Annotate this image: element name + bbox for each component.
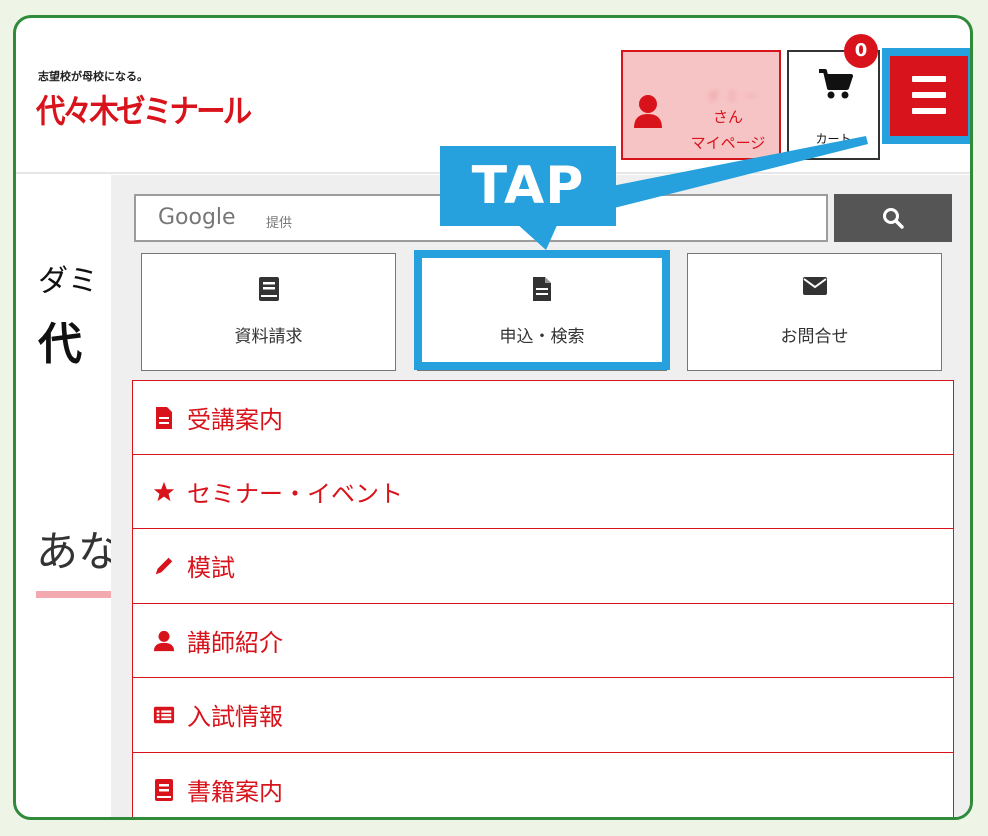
menu-list: 受講案内 セミナー・イベント 模試 講師紹介 入試情報 書籍案内: [132, 380, 954, 817]
menu-item-label: セミナー・イベント: [187, 479, 403, 508]
screen-frame: 志望校が母校になる。 代々木ゼミナール ダミー さん マイページ カート 0 ダ…: [13, 15, 973, 820]
list-icon: [153, 706, 175, 724]
contact-label: お問合せ: [780, 327, 849, 347]
page-section-title: あな: [36, 527, 121, 576]
menu-item-mock-exam[interactable]: 模試: [132, 529, 954, 604]
menu-item-instructors[interactable]: 講師紹介: [132, 603, 954, 678]
request-materials-label: 資料請求: [234, 327, 303, 347]
menu-item-label: 模試: [187, 554, 235, 582]
menu-item-course-info[interactable]: 受講案内: [132, 380, 954, 455]
menu-item-label: 書籍案内: [187, 777, 283, 806]
star-icon: [153, 481, 175, 501]
menu-item-books[interactable]: 書籍案内: [132, 752, 954, 817]
person-icon: [153, 630, 175, 651]
book-icon: [155, 778, 173, 801]
menu-item-seminar-event[interactable]: セミナー・イベント: [132, 454, 954, 529]
menu-item-label: 受講案内: [187, 406, 283, 434]
document-icon: [156, 407, 172, 429]
menu-item-label: 講師紹介: [187, 628, 283, 657]
menu-item-label: 入試情報: [187, 703, 283, 731]
tap-annotation-label: TAP: [440, 146, 616, 226]
pencil-icon: [155, 557, 173, 575]
menu-item-admission-info[interactable]: 入試情報: [132, 678, 954, 753]
